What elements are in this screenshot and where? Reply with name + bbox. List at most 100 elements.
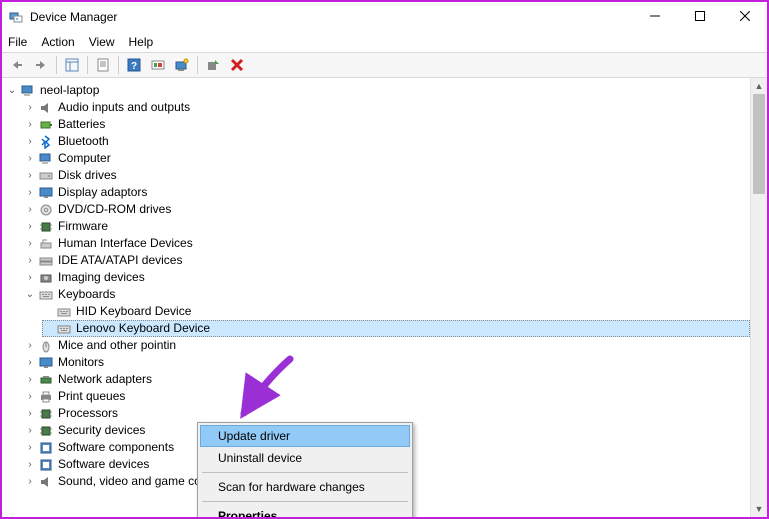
keyboard-icon — [56, 304, 72, 320]
uninstall-button[interactable] — [226, 54, 248, 76]
tree-root[interactable]: ⌄ neol-laptop — [6, 82, 750, 99]
expand-icon[interactable]: › — [24, 153, 36, 165]
app-icon — [8, 9, 24, 25]
menu-action[interactable]: Action — [41, 35, 74, 49]
titlebar: Device Manager — [2, 2, 767, 32]
category-label: Human Interface Devices — [58, 235, 193, 252]
properties-button[interactable] — [92, 54, 114, 76]
toolbar-separator — [87, 56, 88, 74]
expand-icon[interactable]: › — [24, 187, 36, 199]
category-icon — [38, 117, 54, 133]
menu-item-update-driver[interactable]: Update driver — [200, 425, 410, 447]
tree-category[interactable]: › Print queues — [24, 388, 750, 405]
expand-icon[interactable]: › — [24, 476, 36, 488]
update-driver-button[interactable] — [147, 54, 169, 76]
show-hide-tree-button[interactable] — [61, 54, 83, 76]
category-label: Software components — [58, 439, 174, 456]
category-label: Disk drives — [58, 167, 117, 184]
scroll-down-icon[interactable]: ▼ — [751, 501, 767, 517]
minimize-button[interactable] — [632, 2, 677, 30]
category-icon — [38, 202, 54, 218]
computer-icon — [20, 83, 36, 99]
expand-icon[interactable]: › — [24, 340, 36, 352]
category-label: IDE ATA/ATAPI devices — [58, 252, 182, 269]
category-icon — [38, 440, 54, 456]
category-label: Security devices — [58, 422, 145, 439]
expand-icon[interactable]: › — [24, 170, 36, 182]
expand-icon[interactable]: › — [24, 442, 36, 454]
tree-category[interactable]: › Computer — [24, 150, 750, 167]
tree-category[interactable]: ⌄ Keyboards — [24, 286, 750, 303]
expand-icon[interactable]: › — [24, 255, 36, 267]
category-label: Display adaptors — [58, 184, 147, 201]
tree-category[interactable]: › Firmware — [24, 218, 750, 235]
expand-icon[interactable]: › — [24, 374, 36, 386]
category-icon — [38, 355, 54, 371]
tree-category[interactable]: › Monitors — [24, 354, 750, 371]
tree-category[interactable]: › Display adaptors — [24, 184, 750, 201]
tree-category[interactable]: › Batteries — [24, 116, 750, 133]
content-area: ⌄ neol-laptop › Audio inputs and outputs… — [2, 78, 767, 517]
tree-category[interactable]: › DVD/CD-ROM drives — [24, 201, 750, 218]
expand-icon[interactable]: › — [24, 221, 36, 233]
expand-icon[interactable]: › — [24, 102, 36, 114]
expand-icon[interactable]: › — [24, 357, 36, 369]
menu-file[interactable]: File — [8, 35, 27, 49]
menu-item-properties[interactable]: Properties — [200, 505, 410, 517]
category-icon — [38, 253, 54, 269]
add-device-button[interactable] — [202, 54, 224, 76]
category-label: Imaging devices — [58, 269, 145, 286]
tree-category[interactable]: › Disk drives — [24, 167, 750, 184]
expand-icon[interactable]: › — [24, 425, 36, 437]
tree-category[interactable]: › Mice and other pointin — [24, 337, 750, 354]
category-label: Mice and other pointin — [58, 337, 176, 354]
expand-icon[interactable]: › — [24, 459, 36, 471]
device-label: HID Keyboard Device — [76, 303, 191, 320]
tree-device-selected[interactable]: Lenovo Keyboard Device — [42, 320, 750, 337]
expand-icon[interactable]: › — [24, 391, 36, 403]
device-label: Lenovo Keyboard Device — [76, 320, 210, 337]
tree-category[interactable]: › Audio inputs and outputs — [24, 99, 750, 116]
category-icon — [38, 287, 54, 303]
tree-category[interactable]: › Human Interface Devices — [24, 235, 750, 252]
tree-category[interactable]: › Network adapters — [24, 371, 750, 388]
collapse-icon[interactable]: ⌄ — [6, 85, 18, 97]
back-button[interactable] — [6, 54, 28, 76]
scroll-thumb[interactable] — [753, 94, 765, 194]
close-button[interactable] — [722, 2, 767, 30]
category-label: Bluetooth — [58, 133, 109, 150]
tree-category[interactable]: › Imaging devices — [24, 269, 750, 286]
category-label: Monitors — [58, 354, 104, 371]
tree-device[interactable]: HID Keyboard Device — [42, 303, 750, 320]
category-label: Network adapters — [58, 371, 152, 388]
expand-icon[interactable]: › — [24, 136, 36, 148]
forward-button[interactable] — [30, 54, 52, 76]
tree-category[interactable]: › Bluetooth — [24, 133, 750, 150]
collapse-icon[interactable]: ⌄ — [24, 289, 36, 301]
expand-icon[interactable]: › — [24, 119, 36, 131]
menu-view[interactable]: View — [89, 35, 115, 49]
menu-item-uninstall[interactable]: Uninstall device — [200, 447, 410, 469]
scan-button[interactable] — [171, 54, 193, 76]
toolbar-separator — [56, 56, 57, 74]
help-button[interactable]: ? — [123, 54, 145, 76]
category-label: DVD/CD-ROM drives — [58, 201, 171, 218]
category-icon — [38, 185, 54, 201]
vertical-scrollbar[interactable]: ▲ ▼ — [750, 78, 767, 517]
menu-item-scan[interactable]: Scan for hardware changes — [200, 476, 410, 498]
category-label: Computer — [58, 150, 111, 167]
window-controls — [632, 2, 767, 32]
expand-icon[interactable]: › — [24, 238, 36, 250]
category-label: Processors — [58, 405, 118, 422]
expand-icon[interactable]: › — [24, 408, 36, 420]
category-icon — [38, 406, 54, 422]
tree-category[interactable]: › Processors — [24, 405, 750, 422]
category-icon — [38, 134, 54, 150]
tree-category[interactable]: › IDE ATA/ATAPI devices — [24, 252, 750, 269]
menu-help[interactable]: Help — [129, 35, 154, 49]
scroll-up-icon[interactable]: ▲ — [751, 78, 767, 94]
menu-separator — [202, 501, 408, 502]
maximize-button[interactable] — [677, 2, 722, 30]
expand-icon[interactable]: › — [24, 272, 36, 284]
expand-icon[interactable]: › — [24, 204, 36, 216]
